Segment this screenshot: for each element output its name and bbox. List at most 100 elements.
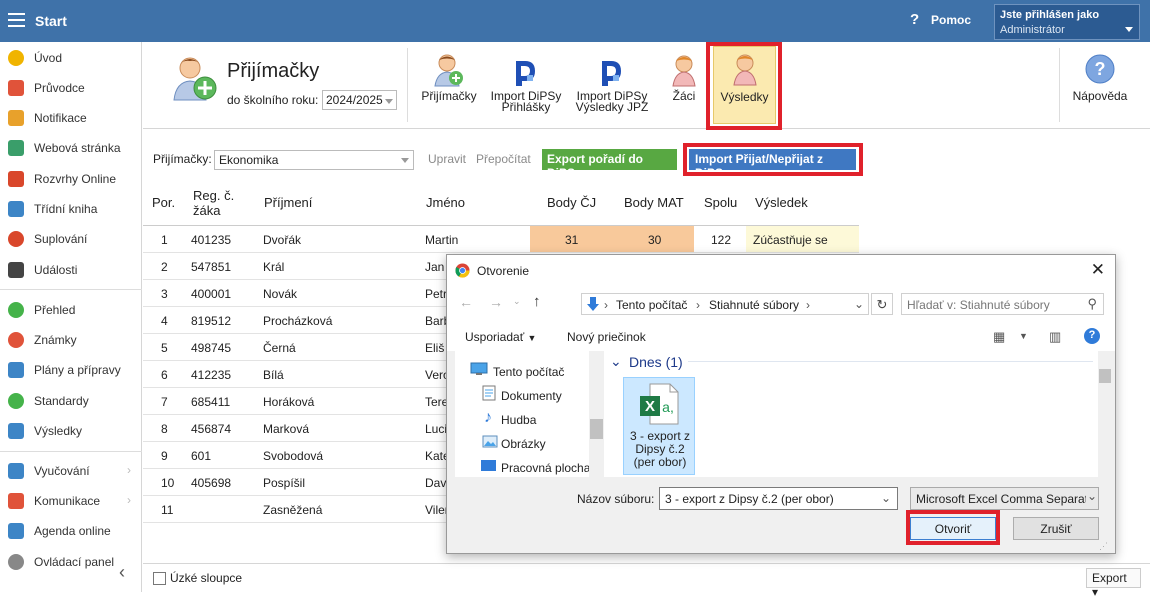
tb-admissions-button[interactable]: Přijímačky <box>420 48 478 124</box>
sidebar-item[interactable]: Vyučování › <box>0 459 142 483</box>
chevron-down-icon[interactable]: ▼ <box>1019 331 1028 341</box>
dialog-title: Otvorenie <box>477 264 530 278</box>
sidebar-item[interactable]: Komunikace › <box>0 489 142 513</box>
tree-scroll-thumb[interactable] <box>590 419 603 439</box>
sidebar-item[interactable]: Standardy <box>0 389 142 413</box>
cell-surname: Pospíšil <box>263 476 306 490</box>
organize-menu[interactable]: Usporiadať ▼ <box>465 330 536 344</box>
sidebar-item[interactable]: Notifikace <box>0 106 142 130</box>
help-icon[interactable]: ? <box>1084 328 1100 344</box>
cell-name: Eliš <box>425 341 445 355</box>
help-circle-icon: ? <box>1085 54 1115 84</box>
pen-icon <box>8 523 24 539</box>
search-icon: ⚲ <box>1087 296 1097 311</box>
help-link[interactable]: Pomoc <box>931 13 971 27</box>
forward-arrow-icon[interactable]: → <box>489 294 503 310</box>
back-arrow-icon[interactable]: ← <box>459 294 473 310</box>
cell-name: Tere <box>425 395 449 409</box>
tb-import-applications-button[interactable]: Import DiPSy Přihlášky <box>488 48 564 124</box>
export-order-button[interactable]: Export pořadí do DiPSy <box>542 149 677 180</box>
address-bar[interactable]: › Tento počítač › Stiahnuté súbory › ⌄ <box>581 293 869 315</box>
menu-icon[interactable] <box>8 13 25 27</box>
group-collapse-icon[interactable]: ⌄ <box>610 353 622 370</box>
chevron-right-icon: › <box>127 493 131 507</box>
tb-students-button[interactable]: Žáci <box>666 48 702 124</box>
sidebar-item[interactable]: Suplování <box>0 227 142 251</box>
view-options-icon[interactable]: ▦ <box>993 329 1005 345</box>
chevron-down-icon <box>1125 27 1133 32</box>
file-scroll-thumb[interactable] <box>1099 369 1111 383</box>
tree-music[interactable]: Hudba <box>501 413 536 427</box>
sidebar-item[interactable]: Agenda online <box>0 519 142 543</box>
user-role: Administrátor <box>1000 24 1065 36</box>
year-select[interactable]: 2024/2025 <box>322 90 397 110</box>
chevron-down-icon[interactable]: ⌄ <box>881 491 891 505</box>
crumb-downloads[interactable]: Stiahnuté súbory <box>709 298 799 312</box>
tb-import-applications-label2: Přihlášky <box>501 100 551 114</box>
admissions-select[interactable]: Ekonomika <box>214 150 414 170</box>
sidebar-item-label: Standardy <box>34 394 89 408</box>
app-title[interactable]: Start <box>35 13 67 29</box>
sidebar-item[interactable]: Webová stránka <box>0 136 142 160</box>
group-header[interactable]: Dnes (1) <box>629 354 683 370</box>
highlight-frame <box>906 510 1000 545</box>
sidebar-item[interactable]: Přehled <box>0 298 142 322</box>
tree-this-pc[interactable]: Tento počítač <box>493 365 564 379</box>
bottom-bar: Úzké sloupce <box>143 563 1150 592</box>
up-arrow-icon[interactable]: ↑ <box>533 293 541 310</box>
sidebar-divider <box>0 289 142 290</box>
sidebar-item[interactable]: Úvod <box>0 46 142 70</box>
filename-input[interactable]: 3 - export z Dipsy č.2 (per obor) ⌄ <box>659 487 898 510</box>
tree-documents[interactable]: Dokumenty <box>501 389 562 403</box>
top-bar: Start ? Pomoc Jste přihlášen jako Admini… <box>0 0 1150 42</box>
sidebar-item[interactable]: Plány a přípravy <box>0 358 142 382</box>
resize-grip-icon[interactable]: ⋰ <box>1099 541 1108 552</box>
chevron-down-icon[interactable]: ⌄ <box>1086 489 1098 508</box>
help-icon[interactable]: ? <box>910 11 919 28</box>
file-name-line3: (per obor) <box>633 455 687 469</box>
check-circle-icon <box>8 302 24 318</box>
tb-import-results-button[interactable]: Import DiPSy Výsledky JPZ <box>574 48 650 124</box>
edit-link[interactable]: Upravit <box>428 152 466 166</box>
narrow-columns-checkbox[interactable] <box>153 572 166 585</box>
col-total: Spolu <box>704 195 738 210</box>
sidebar-item[interactable]: Rozvrhy Online <box>0 167 142 191</box>
sidebar-item-label: Průvodce <box>34 81 85 95</box>
tree-pictures[interactable]: Obrázky <box>501 437 546 451</box>
tb-students-label: Žáci <box>672 89 696 103</box>
page-title: Přijímačky <box>227 60 320 82</box>
cell-reg: 498745 <box>191 341 232 355</box>
cancel-button[interactable]: Zrušiť <box>1013 517 1099 540</box>
dialog-toolbar: Usporiadať ▼ Nový priečinok ▦ ▼ ▥ ? <box>447 321 1115 351</box>
tree-desktop[interactable]: Pracovná plocha <box>501 461 590 475</box>
chevron-down-icon: ▼ <box>527 333 537 343</box>
sidebar-item[interactable]: Třídní kniha <box>0 197 142 221</box>
table-row[interactable]: 1 401235 Dvořák Martin 31 30 122 Zúčastňuje se <box>143 226 859 253</box>
close-icon[interactable]: ✕ <box>1091 260 1105 280</box>
new-folder-button[interactable]: Nový priečinok <box>567 330 646 344</box>
user-menu[interactable]: Jste přihlášen jako Administrátor <box>994 4 1140 40</box>
tb-help-button[interactable]: ? Nápověda <box>1068 48 1132 124</box>
documents-icon <box>482 385 496 401</box>
sidebar-item[interactable]: Průvodce <box>0 76 142 100</box>
file-item[interactable]: Xa, 3 - export z Dipsy č.2 (per obor) <box>623 377 695 475</box>
collapse-sidebar-icon[interactable]: ‹ <box>119 562 125 583</box>
cell-name: Petr <box>425 287 448 301</box>
preview-pane-icon[interactable]: ▥ <box>1049 329 1061 345</box>
sidebar-item[interactable]: Výsledky <box>0 419 142 443</box>
refresh-icon[interactable]: ↻ <box>871 293 893 315</box>
search-input[interactable]: Hľadať v: Stiahnuté súbory ⚲ <box>901 293 1104 315</box>
recalculate-link[interactable]: Přepočítat <box>476 152 531 166</box>
cell-reg: 685411 <box>191 395 231 409</box>
sidebar-item[interactable]: Známky <box>0 328 142 352</box>
filename-label: Názov súboru: <box>577 492 655 506</box>
export-button[interactable]: Export ▾ <box>1086 568 1141 599</box>
tree-scrollbar[interactable] <box>589 351 604 477</box>
star-icon <box>8 50 24 66</box>
sidebar-item[interactable]: Události <box>0 258 142 282</box>
filetype-select[interactable]: Microsoft Excel Comma Separated Values F… <box>910 487 1099 510</box>
chevron-down-icon[interactable]: ⌄ <box>854 297 864 311</box>
recent-dropdown-icon[interactable]: ⌄ <box>513 296 521 307</box>
crumb-this-pc[interactable]: Tento počítač <box>616 298 687 312</box>
highlight-frame <box>683 143 863 176</box>
